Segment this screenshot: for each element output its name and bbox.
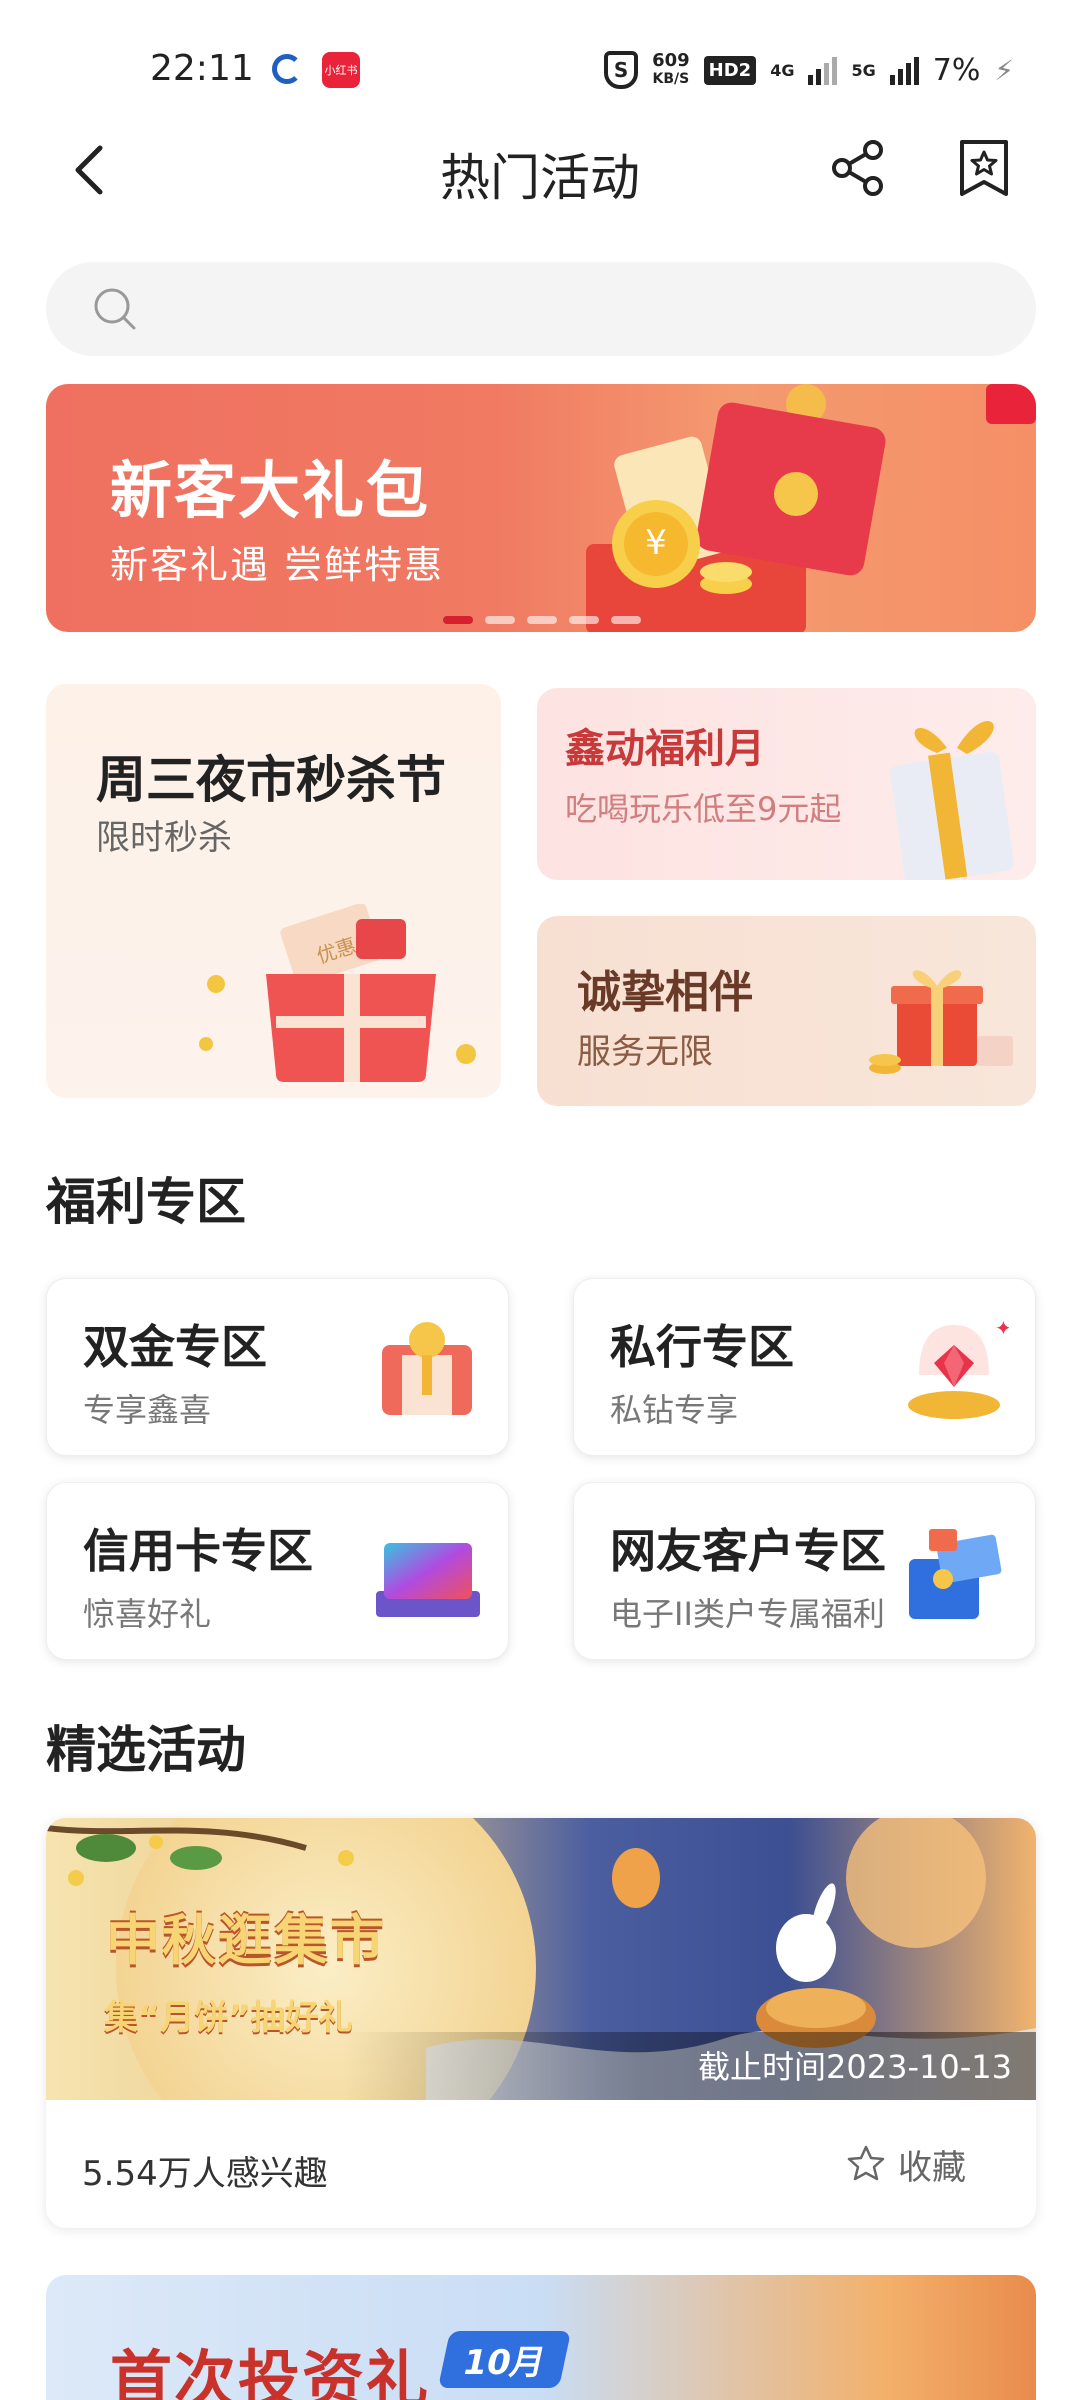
speed-value: 609 — [652, 50, 690, 71]
carousel-dot — [485, 616, 515, 624]
speed-unit: KB/S — [652, 71, 690, 87]
battery-level: 7% — [932, 52, 981, 88]
status-bar: 22:11 小红书 S 609 KB/S HD2 4G 5G 7% ⚡ — [0, 0, 1080, 120]
promo-subtitle: 限时秒杀 — [96, 818, 232, 858]
favorite-label: 收藏 — [898, 2147, 966, 2188]
hd-voice-icon: HD2 — [703, 55, 757, 85]
activity-deadline: 截止时间2023-10-13 — [698, 2048, 1012, 2086]
banner-title: 新客大礼包 — [110, 454, 431, 527]
signal-icon-2 — [889, 55, 919, 85]
promo-banner[interactable]: 新客大礼包 新客礼遇 尝鲜特惠 ¥ — [46, 384, 1036, 632]
svg-text:✦: ✦ — [995, 1316, 1009, 1340]
search-icon — [94, 288, 136, 330]
carousel-indicator — [443, 616, 641, 624]
network-type-2: 5G — [851, 60, 876, 80]
carousel-dot — [527, 616, 557, 624]
activity-card-first-investment[interactable]: 首次投资礼 10月 — [46, 2275, 1036, 2400]
welfare-card-online-customer[interactable]: 网友客户专区 电子II类户专属福利 — [573, 1482, 1036, 1660]
promo-title: 鑫动福利月 — [565, 726, 765, 772]
welfare-card-title: 信用卡专区 — [83, 1524, 313, 1578]
gift-box-icon — [909, 1529, 1002, 1619]
network-type-1: 4G — [770, 60, 795, 80]
search-input[interactable] — [156, 262, 1006, 356]
welfare-card-double-gold[interactable]: 双金专区 专享鑫喜 — [46, 1278, 509, 1456]
signal-icon-1 — [808, 55, 838, 85]
promo-subtitle: 服务无限 — [577, 1032, 713, 1072]
welfare-card-private-banking[interactable]: 私行专区 私钻专享 ✦ — [573, 1278, 1036, 1456]
gold-gift-icon — [382, 1322, 472, 1415]
gift-box-icon — [890, 721, 1014, 880]
carousel-dot — [569, 616, 599, 624]
carousel-dot — [611, 616, 641, 624]
activity-title: 中秋逛集市 — [106, 1909, 386, 1972]
promo-card-welfare-month[interactable]: 鑫动福利月 吃喝玩乐低至9元起 — [537, 688, 1036, 880]
star-icon — [847, 2145, 885, 2181]
welfare-card-subtitle: 惊喜好礼 — [83, 1595, 212, 1633]
coupon-gift-box-illustration: 优惠券 — [199, 904, 476, 1082]
welfare-section-heading: 福利专区 — [46, 1173, 246, 1231]
welfare-card-subtitle: 私钻专享 — [610, 1391, 739, 1429]
shield-icon: S — [604, 51, 639, 89]
favorite-button[interactable]: 收藏 — [846, 2136, 966, 2192]
activity-card-mid-autumn[interactable]: 中秋逛集市 集“月饼”抽好礼 截止时间2023-10-13 5.54万人感兴趣 … — [46, 1818, 1036, 2228]
promo-subtitle: 吃喝玩乐低至9元起 — [565, 790, 842, 828]
status-time: 22:11 — [150, 48, 254, 89]
welfare-card-credit-card[interactable]: 信用卡专区 惊喜好礼 — [46, 1482, 509, 1660]
search-bar[interactable] — [46, 262, 1036, 356]
network-speed: 609 KB/S — [652, 52, 690, 88]
page-title: 热门活动 — [440, 149, 640, 207]
xiaohongshu-notification-icon: 小红书 — [322, 52, 360, 88]
share-icon[interactable] — [828, 138, 888, 198]
featured-section-heading: 精选活动 — [46, 1721, 246, 1779]
activity-title: 首次投资礼 — [110, 2343, 431, 2400]
status-indicators: S 609 KB/S HD2 4G 5G 7% ⚡ — [604, 48, 1014, 92]
promo-title: 诚挚相伴 — [577, 967, 753, 1018]
welfare-card-title: 私行专区 — [610, 1320, 794, 1374]
interest-count: 5.54万人感兴趣 — [82, 2154, 328, 2194]
welfare-card-subtitle: 专享鑫喜 — [83, 1391, 212, 1429]
charging-icon: ⚡ — [994, 53, 1014, 87]
welfare-card-title: 网友客户专区 — [610, 1524, 886, 1578]
welfare-card-title: 双金专区 — [83, 1320, 267, 1374]
activity-banner-image: 中秋逛集市 集“月饼”抽好礼 截止时间2023-10-13 — [46, 1818, 1036, 2100]
svg-text:¥: ¥ — [645, 523, 667, 563]
gift-box-icon — [869, 970, 1013, 1074]
promo-card-sincere-companion[interactable]: 诚挚相伴 服务无限 — [537, 916, 1036, 1106]
diamond-icon: ✦ — [908, 1316, 1009, 1419]
month-badge: 10月 — [437, 2331, 572, 2388]
welfare-card-subtitle: 电子II类户专属福利 — [610, 1595, 885, 1633]
bookmark-star-icon[interactable] — [954, 138, 1014, 198]
carousel-dot — [443, 616, 473, 624]
banner-subtitle: 新客礼遇 尝鲜特惠 — [110, 543, 445, 587]
nav-bar: 热门活动 — [0, 120, 1080, 220]
credit-card-icon — [376, 1543, 480, 1617]
red-envelope-gift-illustration: ¥ — [586, 384, 1036, 632]
promo-card-wednesday-night-market[interactable]: 周三夜市秒杀节 限时秒杀 优惠券 — [46, 684, 501, 1098]
promo-title: 周三夜市秒杀节 — [96, 751, 446, 809]
app-notification-icon — [272, 54, 302, 84]
